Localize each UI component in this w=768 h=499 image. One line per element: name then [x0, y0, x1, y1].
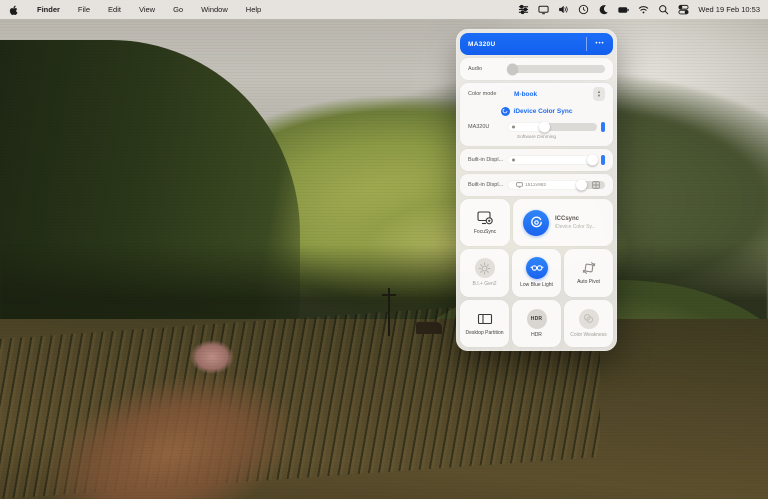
focusync-button[interactable]: FocuSync — [460, 199, 510, 246]
bi-gen2-button[interactable]: B.I.+ Gen2 — [460, 249, 509, 296]
display-icon[interactable] — [538, 4, 549, 15]
control-center-icon[interactable] — [678, 4, 689, 15]
mini-display-icon — [516, 182, 523, 188]
builtin-resolution-handle[interactable] — [576, 180, 587, 191]
menu-file[interactable]: File — [69, 5, 99, 14]
audio-label: Audio — [468, 66, 508, 72]
menu-edit[interactable]: Edit — [99, 5, 130, 14]
builtin-brightness-fill — [508, 156, 593, 164]
feature-grid-row-1: FocuSync ICCsync iDevice Color Sy... — [460, 199, 613, 246]
builtin-brightness-card: Built-in Displ... — [460, 149, 613, 171]
wifi-icon[interactable] — [638, 4, 649, 15]
desktop-partition-label: Desktop Partition — [465, 330, 503, 336]
menu-help[interactable]: Help — [237, 5, 270, 14]
desktop-partition-icon — [476, 311, 494, 327]
panel-header: MA320U ••• — [460, 33, 613, 55]
audio-slider-handle[interactable] — [507, 64, 518, 75]
ma320u-brightness-slider[interactable] — [508, 123, 597, 131]
clock-icon[interactable] — [578, 4, 589, 15]
color-weakness-icon — [579, 309, 599, 329]
panel-title: MA320U — [460, 41, 586, 48]
idevice-color-sync-link[interactable]: iDevice Color Sync — [460, 103, 613, 119]
color-sync-icon — [501, 107, 510, 116]
color-mode-row: Color mode M-book ▲ ▼ — [460, 85, 613, 103]
ma320u-slider-handle[interactable] — [539, 122, 550, 133]
menu-window[interactable]: Window — [192, 5, 237, 14]
hdr-button[interactable]: HDR HDR — [512, 300, 561, 347]
focusync-label: FocuSync — [474, 229, 496, 235]
low-blue-light-button[interactable]: Low Blue Light — [512, 249, 561, 296]
battery-icon[interactable] — [618, 4, 629, 15]
apple-menu-icon[interactable] — [8, 4, 19, 15]
builtin-resolution-card: Built-in Displ... 1512x982 — [460, 174, 613, 196]
volume-icon[interactable] — [558, 4, 569, 15]
hdr-icon: HDR — [527, 309, 547, 329]
builtin-resolution-label: Built-in Displ... — [468, 182, 508, 188]
resolution-value: 1512x982 — [525, 183, 546, 188]
hdr-label: HDR — [531, 332, 542, 338]
builtin-brightness-label: Built-in Displ... — [468, 157, 508, 163]
resolution-readout: 1512x982 — [516, 182, 546, 188]
display-control-panel: MA320U ••• Audio Color mode M-book ▲ ▼ i… — [456, 29, 617, 351]
builtin-resolution-slider[interactable]: 1512x982 — [508, 181, 605, 189]
auto-pivot-button[interactable]: Auto Pivot — [564, 249, 613, 296]
color-mode-card: Color mode M-book ▲ ▼ iDevice Color Sync… — [460, 83, 613, 146]
desktop-wallpaper — [0, 0, 768, 499]
bi-gen2-icon — [475, 258, 495, 278]
builtin-brightness-slider[interactable] — [508, 156, 597, 164]
iccsync-button[interactable]: ICCsync iDevice Color Sy... — [513, 199, 613, 246]
bi-gen2-label: B.I.+ Gen2 — [472, 281, 496, 287]
auto-pivot-icon — [580, 260, 598, 276]
menubar-clock[interactable]: Wed 19 Feb 10:53 — [698, 5, 760, 14]
brightness-min-icon — [512, 159, 515, 162]
color-mode-value[interactable]: M-book — [508, 91, 593, 98]
brightness-min-icon — [512, 126, 515, 129]
feature-grid-row-2: B.I.+ Gen2 Low Blue Light Auto Pivot — [460, 249, 613, 296]
more-options-button[interactable]: ••• — [587, 41, 613, 47]
chevron-down-icon: ▼ — [597, 94, 601, 98]
resolution-grid-icon[interactable] — [592, 176, 600, 194]
builtin-brightness-handle[interactable] — [587, 155, 598, 166]
ddc-indicator-icon — [601, 155, 605, 165]
hdr-badge-text: HDR — [531, 316, 542, 322]
menubar: Finder File Edit View Go Window Help — [0, 0, 768, 19]
iccsync-sublabel: iDevice Color Sy... — [555, 224, 596, 230]
color-weakness-button[interactable]: Color Weakness — [564, 300, 613, 347]
idevice-color-sync-label: iDevice Color Sync — [514, 108, 573, 115]
low-blue-light-label: Low Blue Light — [520, 282, 553, 288]
wallpaper-grain — [0, 0, 768, 499]
low-blue-light-icon — [526, 257, 548, 279]
focusync-icon — [476, 210, 494, 226]
menu-go[interactable]: Go — [164, 5, 192, 14]
moon-icon[interactable] — [598, 4, 609, 15]
color-mode-label: Color mode — [468, 91, 508, 97]
menu-finder[interactable]: Finder — [28, 5, 69, 14]
search-icon[interactable] — [658, 4, 669, 15]
ma320u-slider-label: MA320U — [468, 124, 508, 130]
ddc-indicator-icon — [601, 122, 605, 132]
feature-grid-row-3: Desktop Partition HDR HDR Color Weakness — [460, 300, 613, 347]
color-mode-stepper[interactable]: ▲ ▼ — [593, 87, 605, 101]
audio-card: Audio — [460, 58, 613, 80]
audio-slider[interactable] — [508, 65, 605, 73]
desktop-partition-button[interactable]: Desktop Partition — [460, 300, 509, 347]
ma320u-brightness-row: MA320U — [460, 119, 613, 135]
auto-pivot-label: Auto Pivot — [577, 279, 600, 285]
iccsync-label: ICCsync — [555, 216, 596, 222]
software-dimming-caption: Software Dimming — [460, 135, 613, 144]
menu-view[interactable]: View — [130, 5, 164, 14]
sliders-icon[interactable] — [518, 4, 529, 15]
iccsync-icon — [523, 210, 549, 236]
color-weakness-label: Color Weakness — [570, 332, 607, 338]
